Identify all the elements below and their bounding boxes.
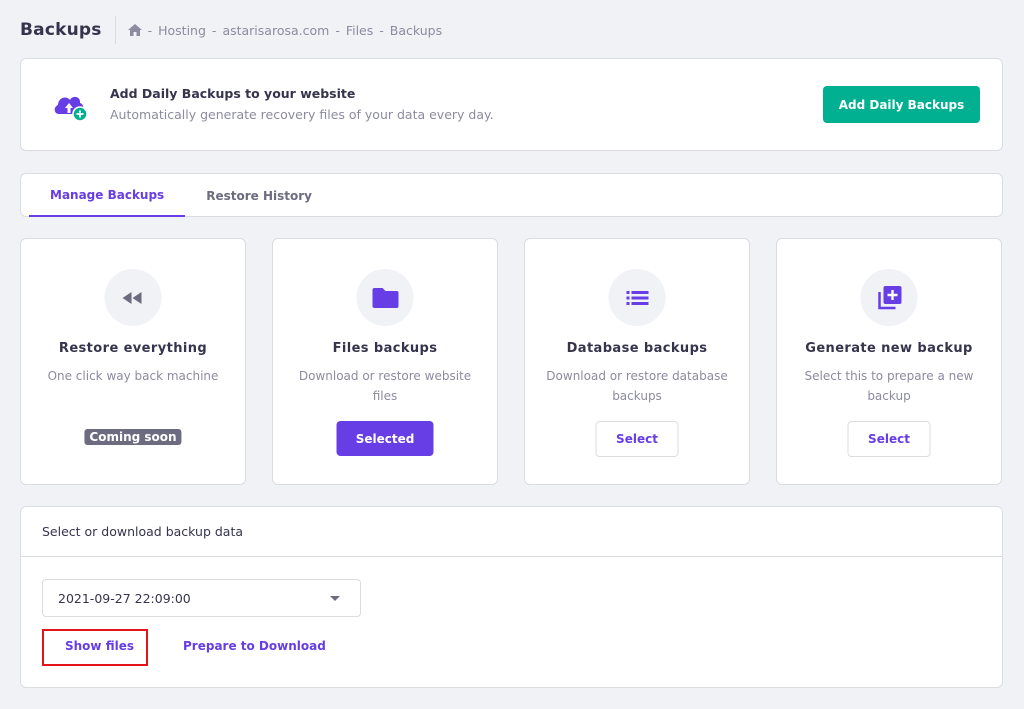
cloud-upload-add-icon xyxy=(54,96,88,122)
breadcrumb-files[interactable]: Files xyxy=(346,23,373,38)
chevron-down-icon xyxy=(330,596,340,601)
backup-data-panel: Select or download backup data 2021-09-2… xyxy=(20,506,1003,688)
breadcrumb-separator: - xyxy=(147,22,153,38)
database-backups-select-button[interactable]: Select xyxy=(595,421,679,457)
rewind-icon xyxy=(122,291,141,304)
option-icon-circle xyxy=(356,269,414,326)
option-description: Download or restore database backups xyxy=(546,369,728,403)
coming-soon-badge: Coming soon xyxy=(84,429,182,445)
folder-icon xyxy=(372,287,398,308)
selected-backup-date: 2021-09-27 22:09:00 xyxy=(58,590,191,606)
option-icon-circle xyxy=(104,269,162,326)
breadcrumb: - Hosting - astarisarosa.com - Files - B… xyxy=(127,22,443,38)
option-icon-circle xyxy=(608,269,666,326)
option-title: Files backups xyxy=(332,341,438,356)
tab-manage-backups[interactable]: Manage Backups xyxy=(29,174,186,217)
list-icon xyxy=(626,290,648,305)
option-title: Restore everything xyxy=(58,341,208,356)
breadcrumb-hosting[interactable]: Hosting xyxy=(158,23,206,38)
breadcrumb-separator: - xyxy=(379,22,384,38)
option-icon-circle xyxy=(860,269,918,326)
option-title: Generate new backup xyxy=(805,341,973,356)
generate-backup-select-button[interactable]: Select xyxy=(847,421,931,457)
header-divider xyxy=(114,16,116,44)
option-files-backups[interactable]: Files backups Download or restore websit… xyxy=(272,238,498,485)
option-restore-everything: Restore everything One click way back ma… xyxy=(20,238,246,485)
breadcrumb-backups: Backups xyxy=(389,22,443,38)
option-title: Database backups xyxy=(566,341,708,356)
banner-subtitle: Automatically generate recovery files of… xyxy=(110,107,494,122)
page-header: Backups - Hosting - astarisarosa.com - F… xyxy=(20,14,442,46)
files-backups-selected-button[interactable]: Selected xyxy=(336,421,434,456)
add-daily-backups-button[interactable]: Add Daily Backups xyxy=(823,86,980,123)
page-title: Backups xyxy=(20,20,102,40)
breadcrumb-separator: - xyxy=(211,22,217,38)
breadcrumb-domain[interactable]: astarisarosa.com xyxy=(222,23,329,38)
home-icon[interactable] xyxy=(127,24,142,36)
option-database-backups[interactable]: Database backups Download or restore dat… xyxy=(524,238,750,485)
show-files-link[interactable]: Show files xyxy=(65,639,134,653)
option-description: Select this to prepare a new backup xyxy=(804,369,974,403)
option-description: Download or restore website files xyxy=(298,369,472,403)
daily-backups-banner: Add Daily Backups to your website Automa… xyxy=(20,58,1003,151)
breadcrumb-separator: - xyxy=(335,22,340,38)
backup-tabs: Manage Backups Restore History xyxy=(20,173,1003,217)
banner-title: Add Daily Backups to your website xyxy=(110,86,356,101)
backup-date-select[interactable]: 2021-09-27 22:09:00 xyxy=(42,579,361,617)
add-library-icon xyxy=(877,285,901,309)
tab-restore-history[interactable]: Restore History xyxy=(185,174,333,217)
prepare-download-link[interactable]: Prepare to Download xyxy=(183,639,326,653)
backup-data-heading: Select or download backup data xyxy=(21,507,1002,557)
option-description: One click way back machine xyxy=(47,369,219,383)
option-generate-new-backup[interactable]: Generate new backup Select this to prepa… xyxy=(776,238,1002,485)
